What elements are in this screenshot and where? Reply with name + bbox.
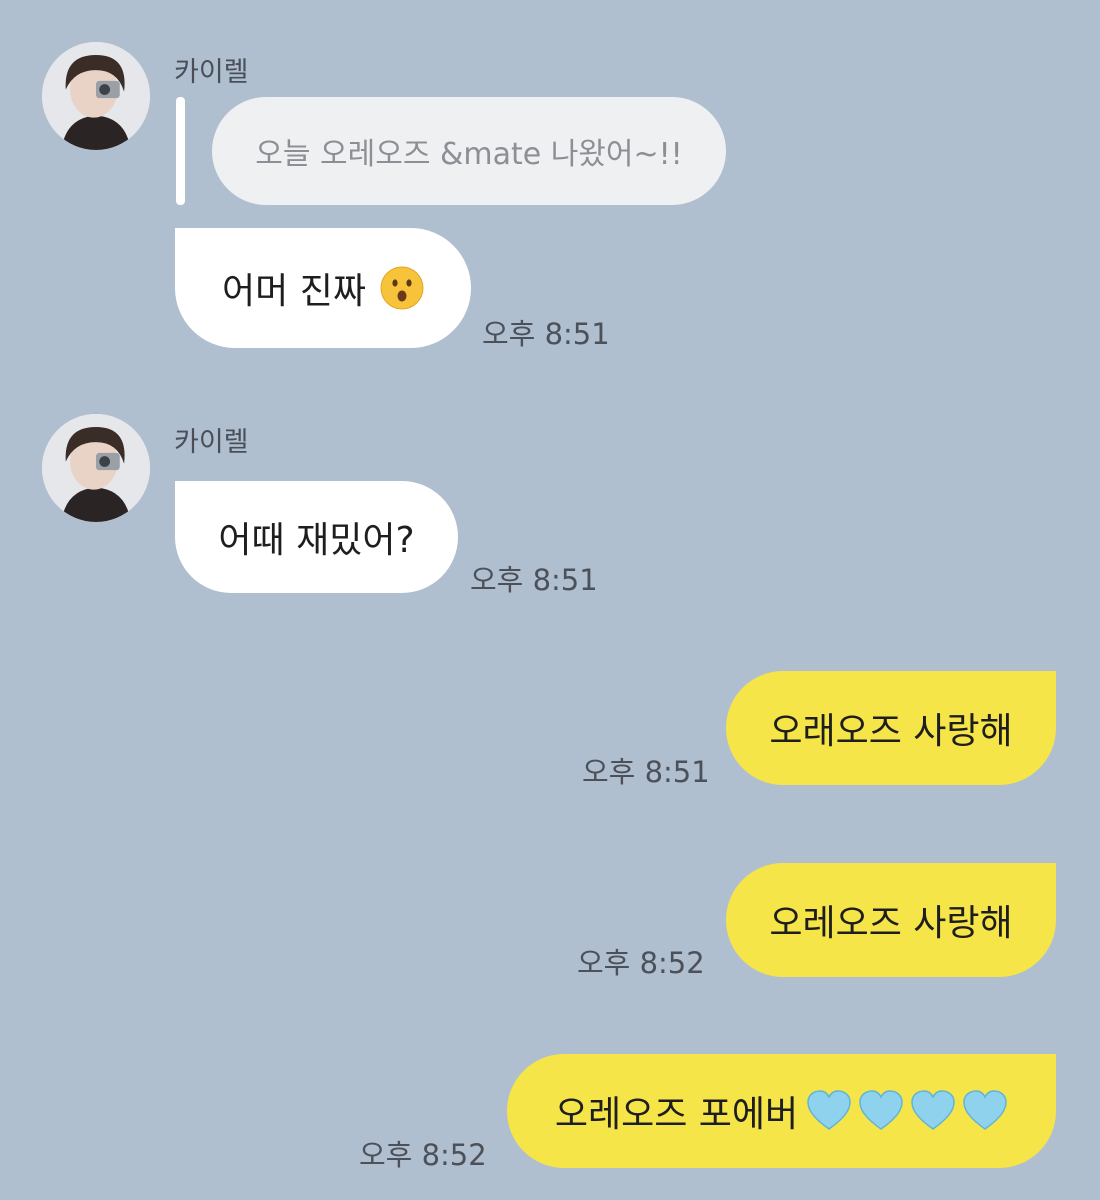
light-blue-heart-icon	[911, 1090, 955, 1130]
message-time: 오후 8:51	[482, 317, 610, 351]
message-time: 오후 8:51	[582, 755, 710, 789]
message-time: 오후 8:52	[359, 1138, 487, 1172]
message-bubble-outgoing[interactable]: 오레오즈 포에버	[507, 1054, 1056, 1168]
hushed-face-icon	[380, 266, 424, 310]
message-text: 오레오즈 사랑해	[769, 903, 1013, 944]
avatar-photo-icon	[42, 414, 150, 522]
message-text: 오레오즈 포에버	[554, 1094, 799, 1135]
reply-quote-bar	[176, 97, 185, 205]
light-blue-heart-icon	[807, 1090, 851, 1130]
contact-avatar[interactable]	[42, 42, 150, 150]
chat-area[interactable]: 카이렐 오늘 오레오즈 &mate 나왔어~!! 어머 진짜 오후 8:51 카…	[0, 0, 1100, 1200]
light-blue-heart-icon	[859, 1090, 903, 1130]
message-bubble-outgoing[interactable]: 오레오즈 사랑해	[726, 863, 1056, 977]
message-text: 어머 진짜	[222, 271, 366, 312]
message-time: 오후 8:51	[470, 563, 598, 597]
message-time: 오후 8:52	[577, 946, 705, 980]
message-bubble-incoming[interactable]: 어때 재밌어?	[175, 481, 458, 593]
reply-quote-text: 오늘 오레오즈 &mate 나왔어~!!	[255, 137, 683, 172]
heart-emoji-group	[800, 1089, 1008, 1133]
message-text: 오래오즈 사랑해	[769, 711, 1013, 752]
message-bubble-outgoing[interactable]: 오래오즈 사랑해	[726, 671, 1056, 785]
sender-name: 카이렐	[174, 427, 249, 458]
avatar-photo-icon	[42, 42, 150, 150]
sender-name: 카이렐	[174, 57, 249, 88]
light-blue-heart-icon	[963, 1090, 1007, 1130]
message-text: 어때 재밌어?	[218, 520, 415, 561]
reply-quote-bubble[interactable]: 오늘 오레오즈 &mate 나왔어~!!	[212, 97, 726, 205]
message-bubble-incoming[interactable]: 어머 진짜	[175, 228, 471, 348]
contact-avatar[interactable]	[42, 414, 150, 522]
